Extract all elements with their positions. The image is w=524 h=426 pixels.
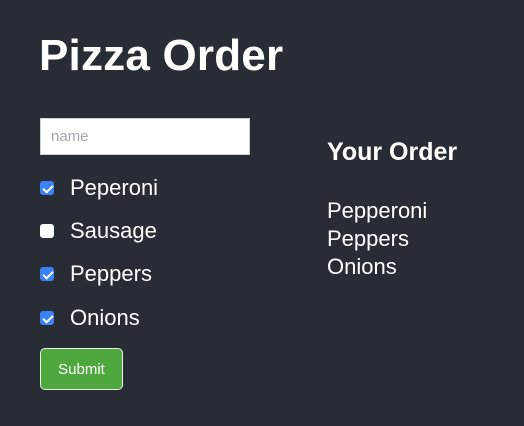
submit-button[interactable]: Submit: [40, 348, 123, 390]
topping-label: Peppers: [70, 261, 152, 286]
topping-peppers[interactable]: Peppers: [40, 254, 270, 294]
topping-sausage[interactable]: Sausage: [40, 211, 270, 251]
topping-peperoni[interactable]: Peperoni: [40, 168, 270, 208]
topping-label: Onions: [70, 305, 140, 330]
pizza-order-form: Peperoni Sausage Peppers Onions Submit: [40, 118, 270, 390]
summary-heading: Your Order: [327, 138, 458, 166]
summary-item: Peppers: [327, 226, 409, 251]
topping-label: Sausage: [70, 218, 157, 243]
topping-onions[interactable]: Onions: [40, 298, 270, 338]
onions-checkbox[interactable]: [40, 311, 54, 325]
topping-label: Peperoni: [70, 175, 159, 200]
sausage-checkbox[interactable]: [40, 224, 54, 238]
order-summary: Your Order Pepperoni Peppers Onions: [327, 134, 517, 279]
summary-item: Onions: [327, 254, 397, 279]
peppers-checkbox[interactable]: [40, 267, 54, 281]
peperoni-checkbox[interactable]: [40, 181, 54, 195]
page-title: Pizza Order: [39, 31, 284, 80]
summary-list: Pepperoni Peppers Onions: [327, 197, 427, 281]
summary-item: Pepperoni: [327, 198, 428, 223]
name-input[interactable]: [40, 118, 250, 155]
